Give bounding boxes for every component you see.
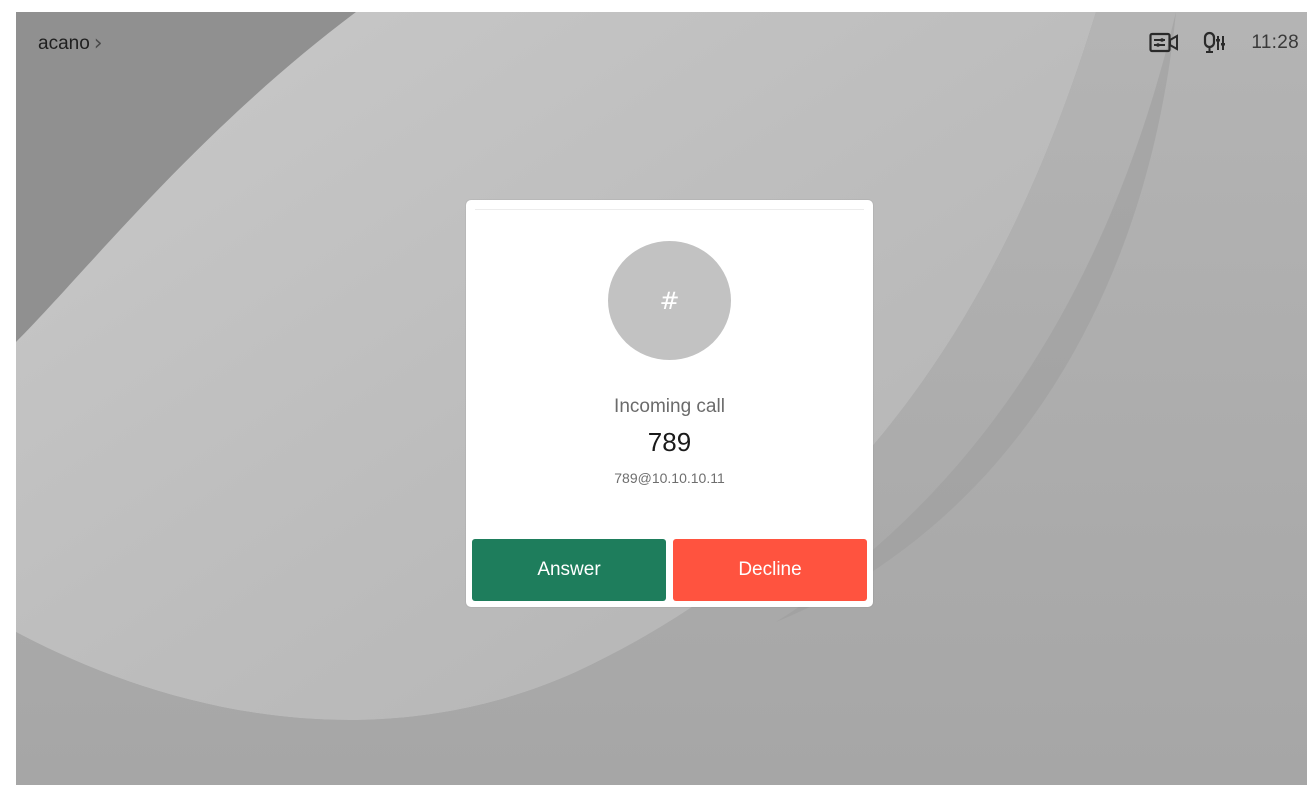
caller-uri: 789@10.10.10.11 — [614, 470, 725, 486]
decline-button[interactable]: Decline — [673, 539, 867, 601]
screen: acano › 11:28 # Incoming call 789 789@10… — [0, 0, 1307, 785]
call-status-label: Incoming call — [614, 396, 725, 417]
answer-button[interactable]: Answer — [472, 539, 666, 601]
clock: 11:28 — [1251, 32, 1299, 53]
caller-name: 789 — [647, 427, 692, 457]
device-name: acano — [38, 33, 90, 54]
status-area: 11:28 — [1149, 28, 1299, 58]
hash-icon: # — [659, 286, 680, 315]
selfview-camera-icon[interactable] — [1149, 32, 1179, 54]
caller-avatar: # — [608, 241, 731, 360]
answer-button-label: Answer — [537, 559, 601, 580]
incoming-call-dialog: # Incoming call 789 789@10.10.10.11 Answ… — [466, 200, 873, 607]
divider — [475, 209, 864, 210]
device-breadcrumb[interactable]: acano › — [38, 30, 103, 58]
microphone-settings-icon[interactable] — [1203, 31, 1227, 55]
chevron-right-icon: › — [93, 31, 103, 56]
decline-button-label: Decline — [738, 559, 802, 580]
